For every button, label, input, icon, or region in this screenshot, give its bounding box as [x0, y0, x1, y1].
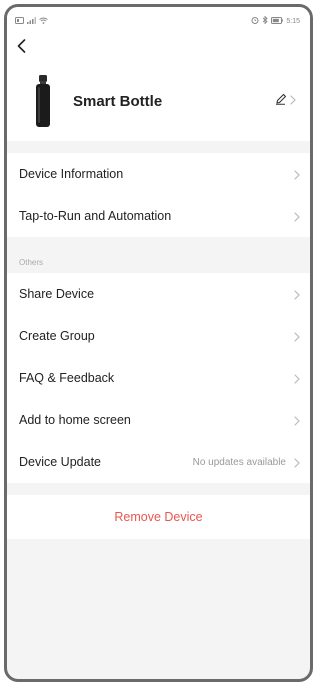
faq-feedback-item[interactable]: FAQ & Feedback — [7, 357, 310, 399]
battery-icon — [271, 16, 284, 26]
back-button[interactable] — [17, 38, 37, 58]
chevron-right-icon — [294, 331, 300, 342]
wifi-icon — [39, 17, 48, 26]
item-label: Share Device — [19, 287, 95, 301]
status-right: 5:15 — [251, 15, 300, 26]
item-label: Add to home screen — [19, 413, 131, 427]
edit-name-button[interactable] — [275, 92, 296, 110]
alarm-icon — [251, 16, 259, 26]
status-left — [15, 16, 48, 26]
create-group-item[interactable]: Create Group — [7, 315, 310, 357]
item-label: Tap-to-Run and Automation — [19, 209, 172, 223]
others-section: Share Device Create Group FAQ & Feedback… — [7, 273, 310, 483]
tap-to-run-automation-item[interactable]: Tap-to-Run and Automation — [7, 195, 310, 237]
chevron-right-icon — [294, 415, 300, 426]
add-to-home-screen-item[interactable]: Add to home screen — [7, 399, 310, 441]
device-name: Smart Bottle — [73, 92, 163, 110]
chevron-right-icon — [290, 92, 296, 110]
smart-bottle-image — [29, 74, 57, 128]
back-row — [17, 35, 300, 61]
bluetooth-icon — [262, 15, 269, 26]
item-label: Create Group — [19, 329, 95, 343]
chevron-left-icon — [17, 38, 26, 58]
chevron-right-icon — [294, 169, 300, 180]
pencil-icon — [275, 92, 287, 110]
chevron-right-icon — [294, 373, 300, 384]
share-device-item[interactable]: Share Device — [7, 273, 310, 315]
item-label: FAQ & Feedback — [19, 371, 115, 385]
item-label: Device Information — [19, 167, 124, 181]
signal-icon — [27, 16, 36, 26]
others-header: Others — [19, 258, 44, 267]
chevron-right-icon — [294, 211, 300, 222]
chevron-right-icon — [294, 457, 300, 468]
update-status: No updates available — [192, 456, 286, 468]
item-label: Device Update — [19, 455, 101, 469]
chevron-right-icon — [294, 289, 300, 300]
main-settings-section: Device Information Tap-to-Run and Automa… — [7, 153, 310, 237]
device-header: Smart Bottle — [7, 35, 310, 141]
status-time: 5:15 — [286, 17, 300, 25]
status-bar: 5:15 — [7, 7, 310, 35]
phone-frame: 5:15 Smart Bottle Device Information Tap… — [4, 4, 313, 682]
sim-icon — [15, 16, 24, 26]
device-row: Smart Bottle — [17, 61, 300, 141]
device-information-item[interactable]: Device Information — [7, 153, 310, 195]
remove-device-button[interactable]: Remove Device — [114, 510, 202, 524]
remove-section: Remove Device — [7, 495, 310, 539]
device-update-item[interactable]: Device Update No updates available — [7, 441, 310, 483]
